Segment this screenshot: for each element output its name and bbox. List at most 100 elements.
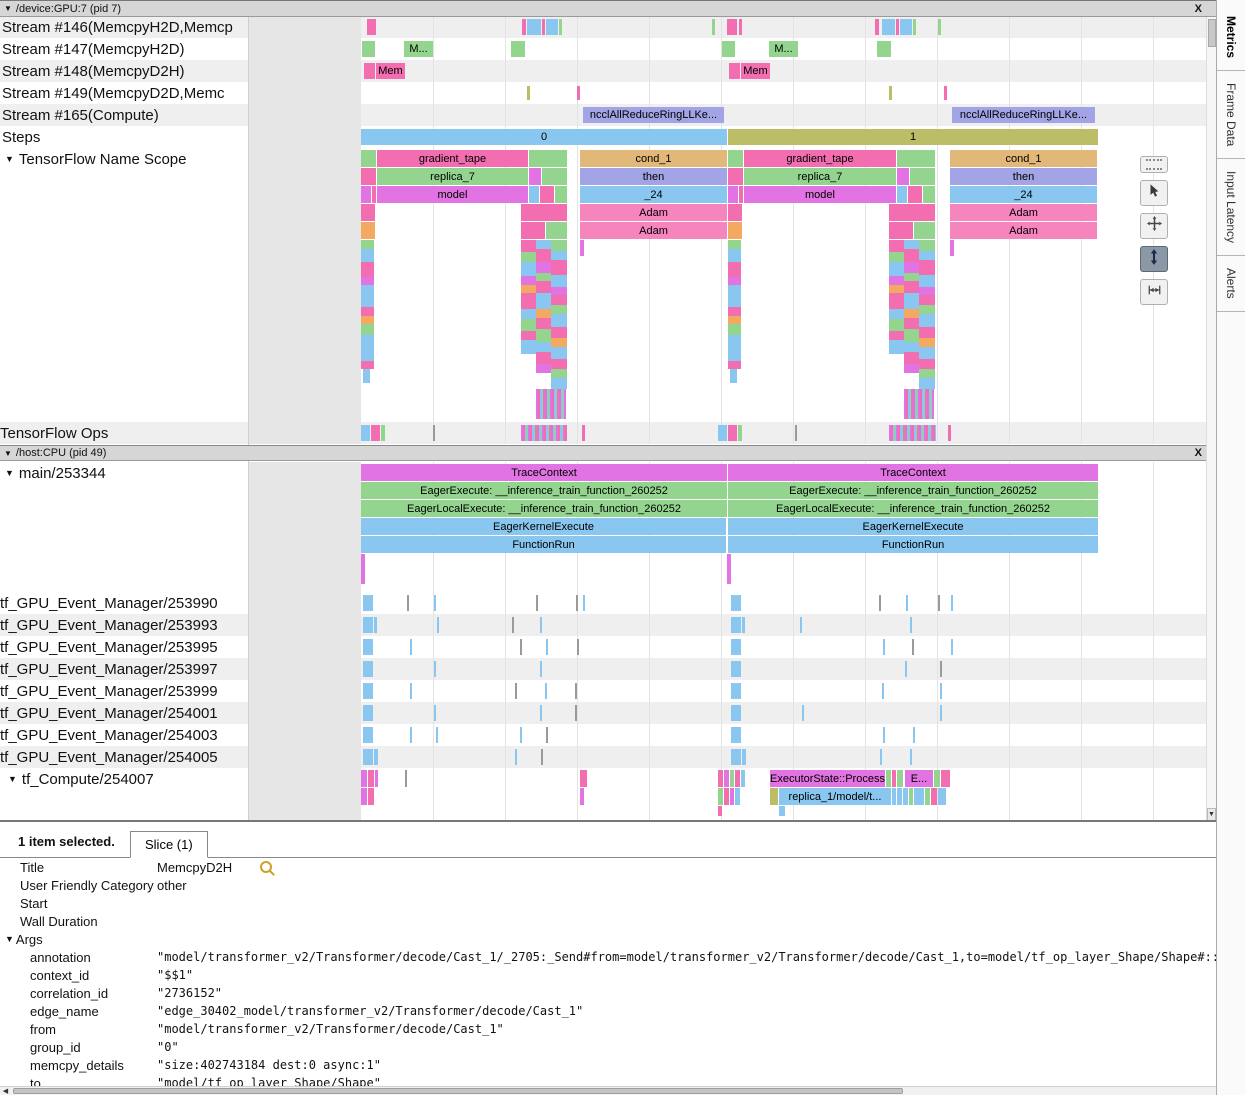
args-collapse-icon[interactable]: ▼ bbox=[5, 934, 14, 944]
arg-value: "size:402743184 dest:0 async:1" bbox=[157, 1058, 381, 1072]
track-label-text: Stream #146(MemcpyH2D,Memcp bbox=[2, 19, 233, 36]
arg-row-to: to"model/tf_op_layer_Shape/Shape" bbox=[0, 1074, 1245, 1086]
detail-field-start: Start bbox=[0, 894, 1245, 912]
track-label-em-253993[interactable]: tf_GPU_Event_Manager/253993 bbox=[0, 614, 246, 636]
scroll-left-button[interactable]: ◀ bbox=[0, 1087, 11, 1095]
track-label-stream-147[interactable]: Stream #147(MemcpyH2D) bbox=[0, 38, 246, 60]
arg-row-group_id: group_id"0" bbox=[0, 1038, 1245, 1056]
arg-row-from: from"model/transformer_v2/Transformer/de… bbox=[0, 1020, 1245, 1038]
host-section-header[interactable]: ▼ /host:CPU (pid 49) X bbox=[0, 445, 1216, 461]
track-label-em-253997[interactable]: tf_GPU_Event_Manager/253997 bbox=[0, 658, 246, 680]
arg-name: to bbox=[30, 1076, 157, 1087]
field-label: Wall Duration bbox=[20, 914, 157, 929]
trace-viewer-app: M...M...MemMemncclAllReduceRingLLKe...nc… bbox=[0, 0, 1245, 1095]
arg-name: group_id bbox=[30, 1040, 157, 1055]
device-section-header[interactable]: ▼ /device:GPU:7 (pid 7) X bbox=[0, 1, 1216, 17]
collapse-arrow-icon[interactable]: ▼ bbox=[5, 468, 14, 478]
arg-row-correlation_id: correlation_id"2736152" bbox=[0, 984, 1245, 1002]
pointer-icon bbox=[1147, 183, 1161, 203]
right-tab-input-latency[interactable]: Input Latency bbox=[1217, 159, 1245, 256]
track-label-text: Steps bbox=[2, 129, 40, 146]
args-label: Args bbox=[16, 932, 43, 947]
timing-tool-button[interactable] bbox=[1140, 279, 1168, 305]
arg-name: annotation bbox=[30, 950, 157, 965]
track-label-tf-ops[interactable]: TensorFlow Ops bbox=[0, 422, 246, 444]
field-value: other bbox=[157, 878, 187, 893]
track-label-text: main/253344 bbox=[19, 465, 106, 482]
track-label-text: tf_GPU_Event_Manager/254005 bbox=[0, 749, 218, 766]
horizontal-scrollbar-thumb[interactable] bbox=[13, 1088, 903, 1094]
args-header[interactable]: ▼ Args bbox=[0, 930, 1245, 948]
collapse-arrow-icon[interactable]: ▼ bbox=[4, 4, 12, 13]
zoom-tool-button[interactable] bbox=[1140, 246, 1168, 272]
scroll-down-icon: ▼ bbox=[1208, 811, 1215, 818]
details-tabbar: 1 item selected. Slice (1) bbox=[0, 822, 1245, 858]
track-label-text: tf_Compute/254007 bbox=[22, 771, 154, 788]
magnifier-icon[interactable] bbox=[260, 861, 272, 873]
arg-value: "$$1" bbox=[157, 968, 193, 982]
track-label-text: tf_GPU_Event_Manager/253990 bbox=[0, 595, 218, 612]
host-close-button[interactable]: X bbox=[1195, 447, 1202, 459]
arg-value: "model/tf_op_layer_Shape/Shape" bbox=[157, 1076, 381, 1086]
right-tab-frame-data[interactable]: Frame Data bbox=[1217, 71, 1245, 159]
right-tab-strip: MetricsFrame DataInput LatencyAlerts bbox=[1216, 0, 1245, 1095]
arg-value: "2736152" bbox=[157, 986, 222, 1000]
track-label-stream-149[interactable]: Stream #149(MemcpyD2D,Memc bbox=[0, 82, 246, 104]
arg-name: context_id bbox=[30, 968, 157, 983]
device-close-button[interactable]: X bbox=[1195, 3, 1202, 15]
timeline-panel: M...M...MemMemncclAllReduceRingLLKe...nc… bbox=[0, 0, 1216, 820]
arg-row-memcpy_details: memcpy_details"size:402743184 dest:0 asy… bbox=[0, 1056, 1245, 1074]
track-label-text: Stream #165(Compute) bbox=[2, 107, 159, 124]
field-value: MemcpyD2H bbox=[157, 860, 232, 875]
pointer-tool-button[interactable] bbox=[1140, 180, 1168, 206]
scroll-down-button[interactable]: ▼ bbox=[1207, 808, 1216, 820]
pan-icon bbox=[1147, 216, 1162, 236]
right-tab-metrics[interactable]: Metrics bbox=[1217, 4, 1245, 71]
pan-tool-button[interactable] bbox=[1140, 213, 1168, 239]
track-label-steps[interactable]: Steps bbox=[0, 126, 246, 148]
track-label-text: tf_GPU_Event_Manager/254001 bbox=[0, 705, 218, 722]
track-label-text: tf_GPU_Event_Manager/254003 bbox=[0, 727, 218, 744]
track-label-stream-146[interactable]: Stream #146(MemcpyH2D,Memcp bbox=[0, 17, 246, 38]
arg-name: edge_name bbox=[30, 1004, 157, 1019]
arg-name: correlation_id bbox=[30, 986, 157, 1001]
arg-value: "model/transformer_v2/Transformer/decode… bbox=[157, 950, 1245, 964]
details-panel: 1 item selected. Slice (1) TitleMemcpyD2… bbox=[0, 822, 1245, 1086]
collapse-arrow-icon[interactable]: ▼ bbox=[5, 154, 14, 164]
arg-value: "edge_30402_model/transformer_v2/Transfo… bbox=[157, 1004, 583, 1018]
collapse-arrow-icon[interactable]: ▼ bbox=[8, 774, 17, 784]
tool-palette bbox=[1140, 156, 1170, 305]
vertical-scrollbar[interactable]: ▼ bbox=[1206, 17, 1216, 820]
detail-args: annotation"model/transformer_v2/Transfor… bbox=[0, 948, 1245, 1086]
tab-slice[interactable]: Slice (1) bbox=[130, 831, 208, 858]
host-section-title: /host:CPU (pid 49) bbox=[16, 447, 106, 459]
track-label-stream-148[interactable]: Stream #148(MemcpyD2H) bbox=[0, 60, 246, 82]
horizontal-scrollbar[interactable]: ◀ bbox=[0, 1086, 1216, 1095]
arg-row-annotation: annotation"model/transformer_v2/Transfor… bbox=[0, 948, 1245, 966]
arg-row-edge_name: edge_name"edge_30402_model/transformer_v… bbox=[0, 1002, 1245, 1020]
track-label-em-253995[interactable]: tf_GPU_Event_Manager/253995 bbox=[0, 636, 246, 658]
detail-field-wall-duration: Wall Duration bbox=[0, 912, 1245, 930]
track-label-em-253999[interactable]: tf_GPU_Event_Manager/253999 bbox=[0, 680, 246, 702]
track-label-em-254005[interactable]: tf_GPU_Event_Manager/254005 bbox=[0, 746, 246, 768]
track-labels: Stream #146(MemcpyH2D,Memcp Stream #147(M… bbox=[0, 1, 1216, 820]
arg-value: "model/transformer_v2/Transformer/decode… bbox=[157, 1022, 504, 1036]
track-label-main-253344[interactable]: ▼ main/253344 bbox=[0, 462, 246, 484]
track-label-tf-compute-254007[interactable]: ▼ tf_Compute/254007 bbox=[0, 768, 246, 790]
track-label-em-254001[interactable]: tf_GPU_Event_Manager/254001 bbox=[0, 702, 246, 724]
track-label-em-253990[interactable]: tf_GPU_Event_Manager/253990 bbox=[0, 592, 246, 614]
right-tab-alerts[interactable]: Alerts bbox=[1217, 256, 1245, 312]
collapse-arrow-icon[interactable]: ▼ bbox=[4, 449, 12, 458]
timing-icon bbox=[1147, 283, 1162, 302]
track-label-text: Stream #148(MemcpyD2H) bbox=[2, 63, 185, 80]
toolbar-grip[interactable] bbox=[1140, 156, 1168, 173]
vertical-scrollbar-thumb[interactable] bbox=[1208, 19, 1216, 47]
track-label-text: TensorFlow Ops bbox=[0, 425, 108, 442]
track-label-tf-name-scope[interactable]: ▼TensorFlow Name Scope bbox=[0, 148, 246, 170]
arg-value: "0" bbox=[157, 1040, 179, 1054]
grip-icon bbox=[1146, 159, 1162, 170]
track-label-em-254003[interactable]: tf_GPU_Event_Manager/254003 bbox=[0, 724, 246, 746]
device-section-title: /device:GPU:7 (pid 7) bbox=[16, 3, 121, 15]
label-divider bbox=[248, 17, 249, 820]
track-label-stream-165[interactable]: Stream #165(Compute) bbox=[0, 104, 246, 126]
